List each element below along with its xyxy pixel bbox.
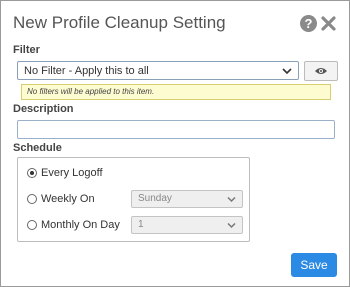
radio-monthly-on-day[interactable]: Monthly On Day — [27, 219, 120, 231]
chevron-down-icon — [227, 222, 236, 229]
month-day-select: 1 — [131, 216, 243, 234]
radio-button[interactable] — [27, 194, 37, 204]
radio-weekly-on[interactable]: Weekly On — [27, 193, 95, 205]
schedule-label: Schedule — [13, 142, 62, 154]
description-input[interactable] — [17, 120, 335, 139]
dialog-title: New Profile Cleanup Setting — [13, 13, 226, 32]
chevron-down-icon — [282, 67, 292, 74]
weekday-select: Sunday — [131, 190, 243, 208]
close-icon[interactable] — [320, 15, 337, 32]
radio-button[interactable] — [27, 220, 37, 230]
save-button[interactable]: Save — [291, 253, 337, 277]
weekday-value: Sunday — [138, 193, 172, 204]
description-label: Description — [13, 103, 74, 115]
radio-every-logoff[interactable]: Every Logoff — [27, 167, 103, 179]
header-icons: ? — [300, 15, 337, 32]
radio-label: Every Logoff — [41, 167, 103, 179]
month-day-value: 1 — [138, 219, 144, 230]
schedule-group: Every Logoff Weekly On Sunday Monthly On… — [17, 157, 250, 242]
help-icon[interactable]: ? — [300, 15, 317, 32]
profile-cleanup-dialog: New Profile Cleanup Setting ? Filter No … — [0, 0, 350, 287]
preview-filter-button[interactable] — [304, 61, 338, 81]
filter-label: Filter — [13, 44, 40, 56]
eye-icon — [315, 68, 327, 74]
radio-button-checked[interactable] — [27, 168, 37, 178]
chevron-down-icon — [227, 196, 236, 203]
filter-selected-value: No Filter - Apply this to all — [24, 64, 149, 77]
filter-hint: No filters will be applied to this item. — [21, 84, 331, 100]
radio-label: Monthly On Day — [41, 219, 120, 231]
radio-label: Weekly On — [41, 193, 95, 205]
filter-select[interactable]: No Filter - Apply this to all — [17, 61, 299, 80]
